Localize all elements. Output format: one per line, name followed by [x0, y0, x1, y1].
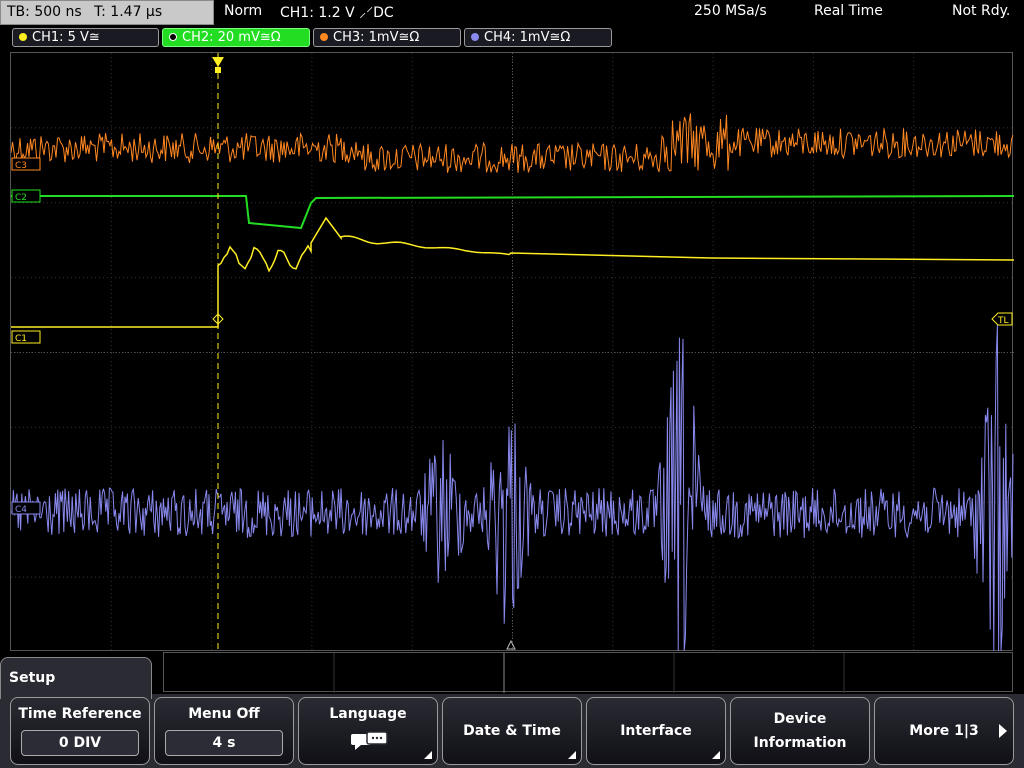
- time-reference-icon[interactable]: [506, 639, 516, 650]
- waveform-canvas: C3 C2 C1 C4 TL: [11, 53, 1014, 652]
- date-time-label: Date & Time: [463, 723, 561, 739]
- channel-tab-ch4[interactable]: CH4: 1mV≅Ω: [464, 28, 612, 47]
- ch4-offset-marker[interactable]: C4: [11, 501, 41, 515]
- next-page-arrow-icon: [999, 724, 1007, 738]
- time-reference-button[interactable]: Time Reference 0 DIV: [10, 697, 150, 765]
- submenu-corner-icon: [424, 751, 432, 759]
- time-reference-label: Time Reference: [18, 706, 142, 722]
- device-information-button[interactable]: Device Information: [730, 697, 870, 765]
- ch2-offset-marker[interactable]: C2: [11, 189, 41, 203]
- time-reference-value: 0 DIV: [21, 730, 139, 756]
- status-bar: TB: 500 ns T: 1.47 µs Norm CH1: 1.2 V ⸝⸍…: [0, 0, 1024, 26]
- sample-rate[interactable]: 250 MSa/s: [694, 3, 767, 19]
- waveform-display[interactable]: C3 C2 C1 C4 TL: [10, 52, 1014, 652]
- lane-bar: [163, 652, 1013, 693]
- interface-label: Interface: [620, 723, 692, 739]
- c3-marker-label: C3: [15, 161, 27, 171]
- language-label: Language: [329, 706, 407, 722]
- ch1-label: CH1: 5 V≅: [32, 30, 100, 45]
- channel-tab-ch2[interactable]: CH2: 20 mV≅Ω: [162, 28, 310, 47]
- menu-off-button[interactable]: Menu Off 4 s: [154, 697, 294, 765]
- lane-grid: [333, 653, 845, 693]
- interface-button[interactable]: Interface: [586, 697, 726, 765]
- ch1-dot-icon: [19, 33, 27, 41]
- menu-off-value: 4 s: [165, 730, 283, 756]
- trigger-setting[interactable]: CH1: 1.2 V ⸝⸍DC: [280, 3, 394, 22]
- channel-tab-ch3[interactable]: CH3: 1mV≅Ω: [313, 28, 461, 47]
- acquisition-state: Not Rdy.: [952, 3, 1011, 19]
- channel-tab-ch1[interactable]: CH1: 5 V≅: [12, 28, 159, 47]
- c1-marker-label: C1: [15, 334, 27, 344]
- trigger-mode[interactable]: Norm: [224, 3, 262, 19]
- acquisition-mode[interactable]: Real Time: [814, 3, 883, 19]
- submenu-corner-icon: [712, 751, 720, 759]
- timebase-box[interactable]: TB: 500 ns T: 1.47 µs: [0, 0, 214, 25]
- language-button[interactable]: Language: [298, 697, 438, 765]
- timebase-value: TB: 500 ns: [7, 4, 82, 20]
- more-label: More 1|3: [909, 723, 979, 739]
- ch4-label: CH4: 1mV≅Ω: [484, 30, 571, 45]
- c4-marker-label: C4: [15, 505, 27, 515]
- more-button[interactable]: More 1|3: [874, 697, 1014, 765]
- date-time-button[interactable]: Date & Time: [442, 697, 582, 765]
- ch4-dot-icon: [471, 33, 479, 41]
- ch1-offset-marker[interactable]: C1: [11, 330, 41, 344]
- submenu-corner-icon: [568, 751, 576, 759]
- trigger-position-stem: [215, 67, 221, 73]
- ch2-dot-icon: [169, 33, 177, 41]
- ch3-label: CH3: 1mV≅Ω: [333, 30, 420, 45]
- trigger-level-label: TL: [997, 316, 1009, 326]
- trigger-position-icon[interactable]: [212, 57, 224, 67]
- ch3-offset-marker[interactable]: C3: [11, 157, 41, 171]
- menu-title: Setup: [0, 657, 152, 699]
- c2-marker-label: C2: [15, 193, 27, 203]
- trigger-time-value: T: 1.47 µs: [94, 4, 163, 20]
- language-icon: [351, 731, 388, 750]
- ch3-dot-icon: [320, 33, 328, 41]
- trigger-level-marker[interactable]: TL: [991, 312, 1013, 326]
- device-information-label: Device Information: [753, 711, 847, 751]
- menu-off-label: Menu Off: [188, 706, 260, 722]
- ch2-label: CH2: 20 mV≅Ω: [182, 30, 281, 45]
